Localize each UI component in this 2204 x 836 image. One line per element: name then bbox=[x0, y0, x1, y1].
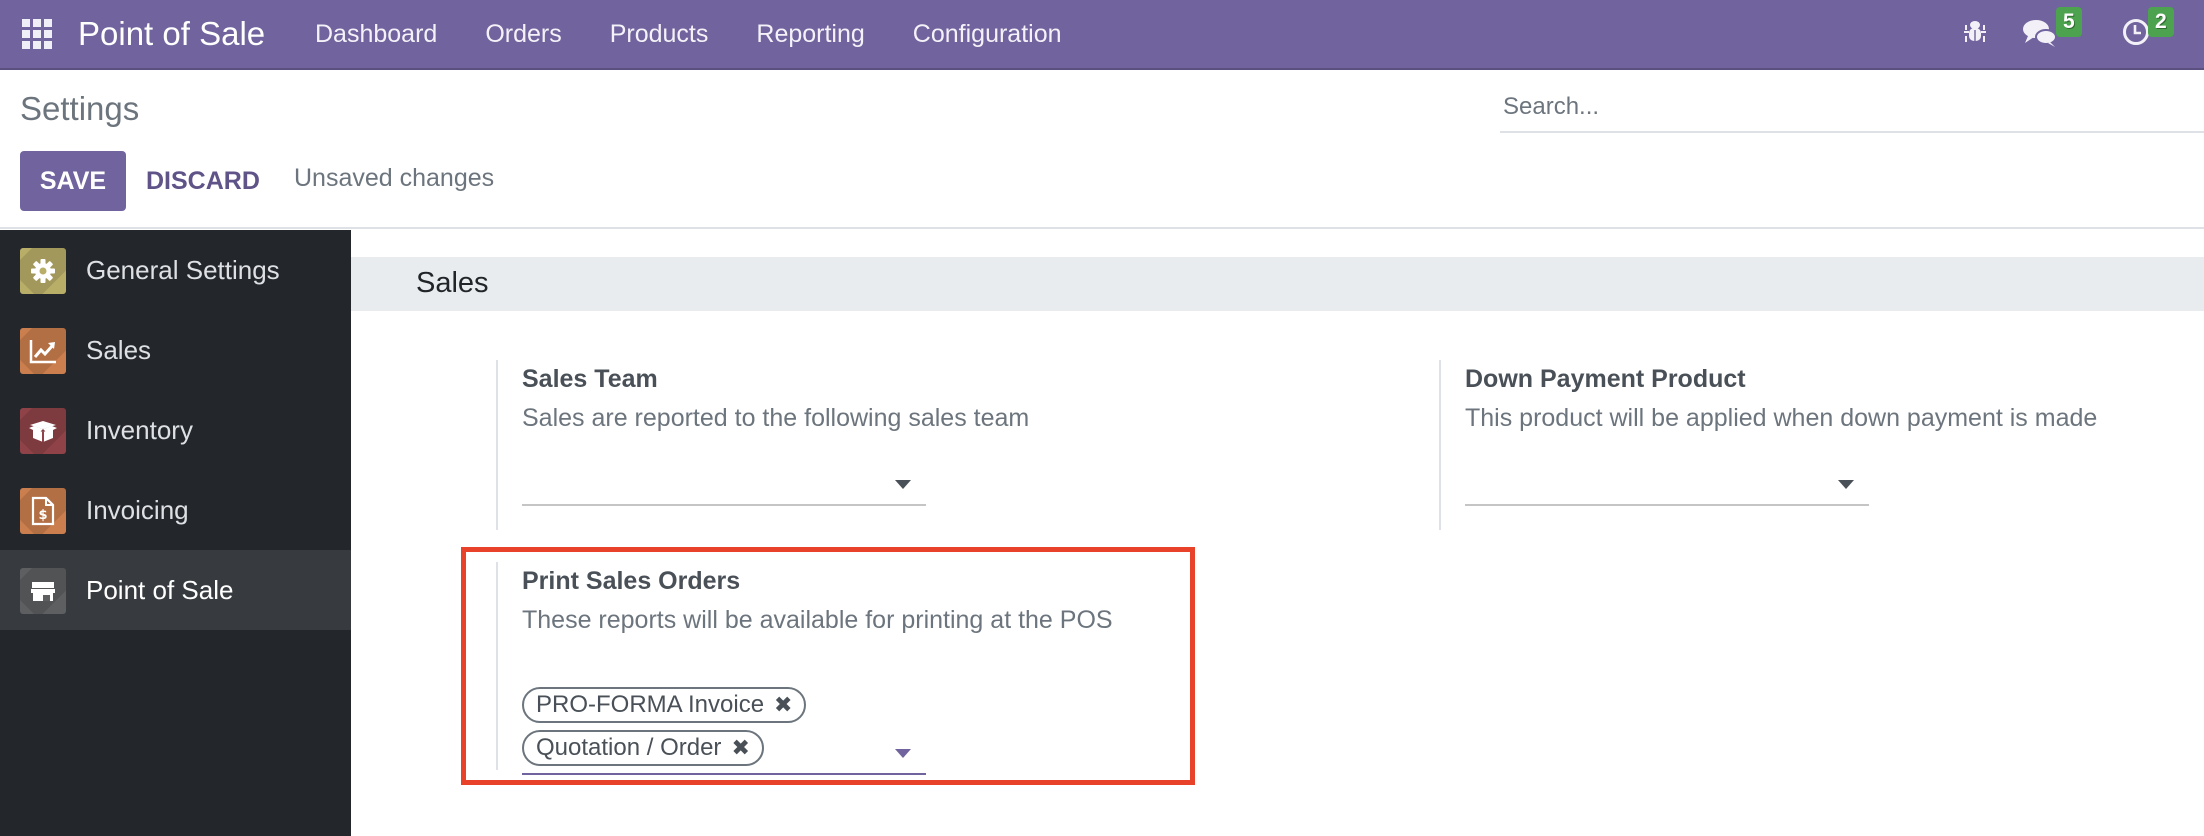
sidebar-item-general-settings[interactable]: General Settings bbox=[0, 230, 351, 310]
tag-quotation-order: Quotation / Order ✖ bbox=[522, 730, 764, 766]
bug-icon bbox=[1964, 21, 1986, 42]
chart-trend-icon bbox=[20, 328, 66, 374]
sales-team-select[interactable] bbox=[522, 466, 926, 506]
menu-orders[interactable]: Orders bbox=[485, 14, 561, 54]
setting-label: Sales Team bbox=[522, 365, 658, 393]
section-header: Sales bbox=[351, 257, 2204, 311]
gear-icon bbox=[20, 248, 66, 294]
setting-description: This product will be applied when down p… bbox=[1465, 404, 2098, 432]
menu-dashboard[interactable]: Dashboard bbox=[315, 14, 437, 54]
chevron-down-icon bbox=[1838, 480, 1854, 489]
chat-bubbles-icon bbox=[2023, 20, 2057, 47]
box-icon bbox=[20, 408, 66, 454]
setting-description: These reports will be available for prin… bbox=[522, 606, 1113, 634]
sidebar-item-label: Point of Sale bbox=[86, 574, 234, 605]
setting-sales-team: Sales Team Sales are reported to the fol… bbox=[496, 360, 1096, 530]
clock-icon bbox=[2123, 19, 2149, 45]
tag-pro-forma-invoice: PRO-FORMA Invoice ✖ bbox=[522, 687, 807, 723]
menu-products[interactable]: Products bbox=[610, 14, 709, 54]
breadcrumb: Settings bbox=[20, 90, 140, 127]
main-menu: Dashboard Orders Products Reporting Conf… bbox=[315, 14, 1110, 54]
tag-label: Quotation / Order bbox=[536, 734, 722, 761]
messages-count-badge: 5 bbox=[2056, 7, 2082, 37]
activities-menu[interactable]: 2 bbox=[2122, 0, 2202, 70]
messages-menu[interactable]: 5 bbox=[2022, 0, 2092, 70]
down-payment-product-select[interactable] bbox=[1465, 466, 1869, 506]
section-title: Sales bbox=[416, 267, 489, 299]
apps-menu-icon[interactable] bbox=[22, 19, 52, 49]
invoice-dollar-icon: $ bbox=[20, 488, 66, 534]
setting-label: Down Payment Product bbox=[1465, 365, 1746, 393]
sidebar-item-label: Invoicing bbox=[86, 494, 189, 525]
chevron-down-icon bbox=[895, 480, 911, 489]
menu-reporting[interactable]: Reporting bbox=[756, 14, 864, 54]
setting-label: Print Sales Orders bbox=[522, 567, 741, 595]
sidebar-item-inventory[interactable]: Inventory bbox=[0, 390, 351, 470]
sidebar-item-label: Inventory bbox=[86, 414, 193, 445]
chevron-down-icon bbox=[895, 749, 911, 758]
search-input[interactable] bbox=[1500, 84, 2204, 130]
setting-down-payment-product: Down Payment Product This product will b… bbox=[1439, 360, 2139, 530]
activities-count-badge: 2 bbox=[2148, 7, 2174, 37]
settings-main: Sales Sales Team Sales are reported to t… bbox=[351, 230, 2204, 836]
discard-button[interactable]: DISCARD bbox=[146, 151, 260, 211]
search-bar bbox=[1500, 84, 2204, 133]
app-title[interactable]: Point of Sale bbox=[78, 12, 265, 56]
settings-sidebar: General Settings Sales Inventory $ Invoi… bbox=[0, 230, 351, 836]
print-reports-many2many-tags[interactable]: PRO-FORMA Invoice ✖ Quotation / Order ✖ bbox=[522, 687, 926, 775]
remove-tag-icon[interactable]: ✖ bbox=[774, 692, 792, 718]
unsaved-changes-status: Unsaved changes bbox=[294, 164, 495, 192]
setting-print-sales-orders: Print Sales Orders These reports will be… bbox=[496, 562, 1176, 775]
top-navbar: Point of Sale Dashboard Orders Products … bbox=[0, 0, 2204, 70]
sidebar-item-sales[interactable]: Sales bbox=[0, 310, 351, 390]
sidebar-item-label: General Settings bbox=[86, 254, 280, 285]
tag-label: PRO-FORMA Invoice bbox=[536, 691, 765, 718]
sidebar-item-invoicing[interactable]: $ Invoicing bbox=[0, 470, 351, 550]
sidebar-item-label: Sales bbox=[86, 334, 152, 365]
sidebar-item-point-of-sale[interactable]: Point of Sale bbox=[0, 550, 351, 630]
menu-configuration[interactable]: Configuration bbox=[913, 14, 1062, 54]
setting-description: Sales are reported to the following sale… bbox=[522, 404, 1030, 432]
store-icon bbox=[20, 568, 66, 614]
svg-text:$: $ bbox=[38, 508, 47, 523]
debug-menu[interactable] bbox=[1960, 0, 1990, 70]
save-button[interactable]: SAVE bbox=[20, 151, 126, 211]
control-panel: Settings SAVE DISCARD Unsaved changes bbox=[0, 70, 2204, 229]
remove-tag-icon[interactable]: ✖ bbox=[731, 735, 749, 761]
